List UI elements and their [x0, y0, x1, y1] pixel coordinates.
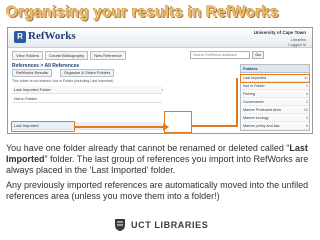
folder-item-governance[interactable]: Governance 2	[243, 99, 309, 106]
tab-organize-share-folders[interactable]: Organize & Share Folders	[60, 69, 115, 77]
folder-item-marine-policy[interactable]: Marine policy and law 5	[243, 123, 309, 130]
folder-count: 3	[305, 116, 308, 120]
refworks-toolbar: View Folders Create Bibliography New Ref…	[12, 51, 126, 60]
login-status: Logged in	[288, 42, 306, 47]
p1-text-start: You have one folder already that cannot …	[6, 143, 290, 153]
list-item[interactable]: Not in Folder	[12, 95, 162, 103]
highlight-connector-horizontal	[192, 125, 238, 127]
paragraph-last-imported: You have one folder already that cannot …	[6, 143, 316, 176]
tab-refworks-results[interactable]: RefWorks Results	[12, 69, 52, 77]
folder-name: Marine policy and law	[243, 124, 280, 128]
slide-title: Organising your results in RefWorks	[6, 4, 279, 21]
university-name: University of Cape Town	[253, 30, 306, 35]
refworks-logo-text: RefWorks	[28, 30, 76, 42]
folder-breadcrumb: This folder is not shared: Not in Folder…	[12, 79, 114, 83]
create-bibliography-button[interactable]: Create Bibliography	[45, 51, 89, 60]
folder-count: 5	[305, 124, 308, 128]
uct-crest-icon	[115, 219, 125, 231]
folder-name: Governance	[243, 100, 264, 104]
folder-item-not-in-folder[interactable]: Not in Folder 1	[243, 83, 309, 90]
folder-name: Marine Protected Area	[243, 108, 281, 112]
refworks-header-bar: R RefWorks University of Cape Town Libra…	[8, 28, 312, 48]
highlight-connector-vertical	[236, 78, 238, 127]
highlight-box-last-imported	[11, 121, 75, 132]
folder-name: Marine ecology	[243, 116, 269, 120]
refworks-logo-icon: R	[14, 31, 26, 43]
search-button[interactable]: Go	[252, 51, 264, 59]
uct-libraries-label: UCT LIBRARIES	[131, 220, 209, 230]
folder-item-fishing[interactable]: Fishing 4	[243, 91, 309, 98]
folder-item-marine-ecology[interactable]: Marine ecology 3	[243, 115, 309, 122]
list-item[interactable]: Last Imported Folder	[12, 86, 162, 94]
paragraph-unfiled: Any previously imported references are a…	[6, 180, 309, 201]
folders-panel-header: Folders	[241, 65, 309, 73]
refworks-screenshot: R RefWorks University of Cape Town Libra…	[7, 27, 313, 134]
folder-count: 2	[305, 100, 308, 104]
folder-count: 1	[305, 84, 308, 88]
highlight-box-reference	[164, 111, 192, 133]
highlight-box-folder	[240, 74, 310, 83]
view-folders-button[interactable]: View Folders	[12, 51, 44, 60]
folder-count: 4	[305, 92, 308, 96]
new-reference-button[interactable]: New Reference	[90, 51, 126, 60]
folder-count: 10	[303, 108, 308, 112]
folder-item-marine-protected-area[interactable]: Marine Protected Area 10	[243, 107, 309, 114]
p1-text-end: ” folder. The last group of references y…	[6, 154, 309, 175]
highlight-arrow	[75, 123, 169, 131]
folder-name: Fishing	[243, 92, 256, 96]
search-input[interactable]: Search RefWorks database	[190, 51, 250, 59]
folder-name: Not in Folder	[243, 84, 265, 88]
